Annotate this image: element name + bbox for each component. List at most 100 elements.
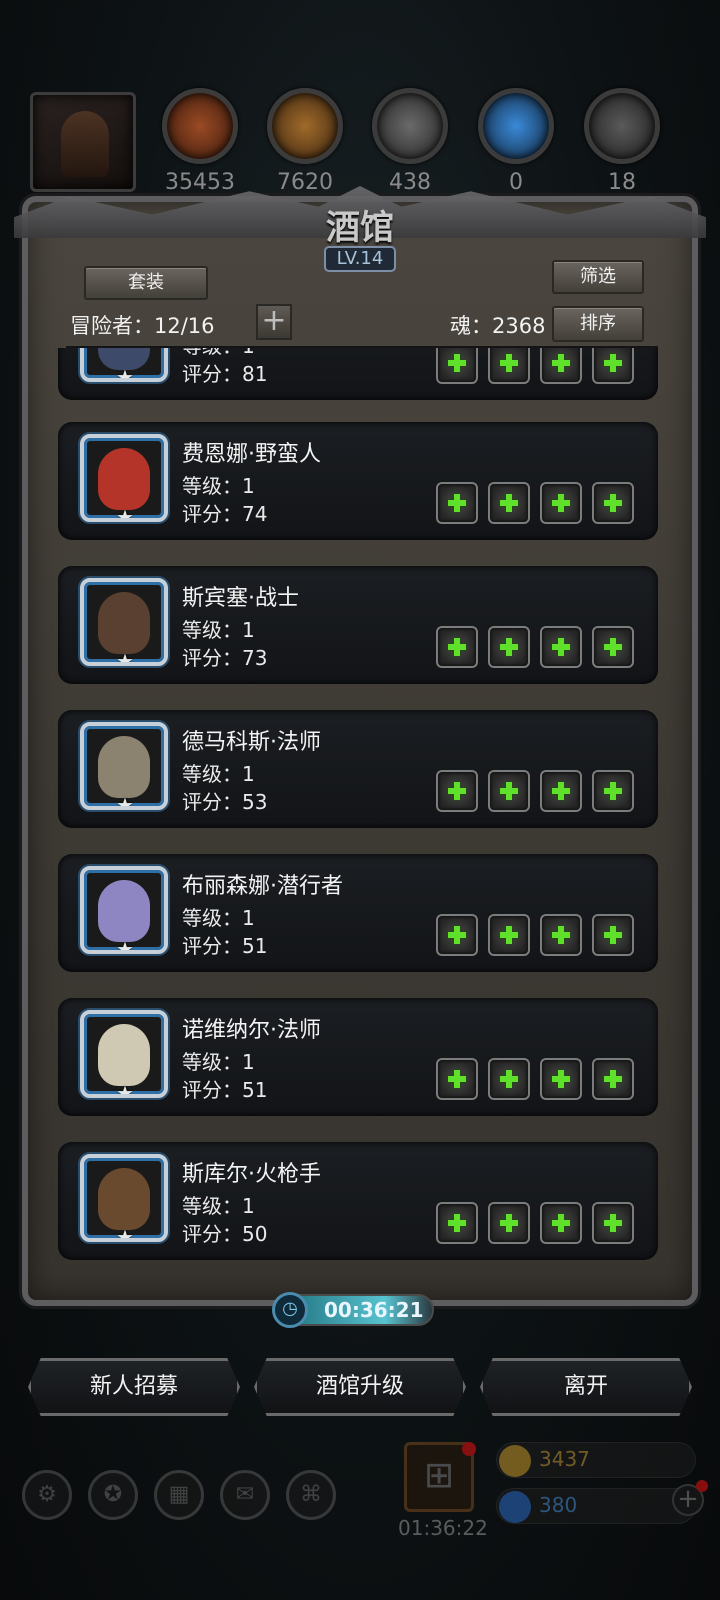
accessory-slot-add-icon[interactable] xyxy=(540,626,582,668)
adventurer-portrait: ★ xyxy=(80,1010,168,1098)
adventurer-level: 等级：1 xyxy=(182,1194,255,1218)
stone-icon xyxy=(372,88,448,164)
mail-icon[interactable]: ✉ xyxy=(220,1470,270,1520)
armor-slot-add-icon[interactable] xyxy=(488,482,530,524)
armor-slot-add-icon[interactable] xyxy=(488,1202,530,1244)
player-portrait[interactable] xyxy=(30,92,136,192)
armor-slot-add-icon[interactable] xyxy=(488,914,530,956)
set-button[interactable]: 套装 xyxy=(84,266,208,300)
leave-button[interactable]: 离开 xyxy=(480,1358,692,1416)
adventurer-portrait: ★ xyxy=(80,434,168,522)
resource-stone[interactable]: 438 xyxy=(370,88,450,198)
currency-notification-dot xyxy=(696,1480,708,1492)
gem-counter: 380 xyxy=(496,1488,696,1524)
trinket-slot-add-icon[interactable] xyxy=(592,626,634,668)
adventurer-score: 评分：74 xyxy=(182,502,268,526)
armor-slot-add-icon[interactable] xyxy=(488,1058,530,1100)
sort-button[interactable]: 排序 xyxy=(552,306,644,342)
resource-crystal[interactable]: 0 xyxy=(476,88,556,198)
gold-value: 3437 xyxy=(539,1447,590,1471)
hooded-figure-icon xyxy=(61,111,109,177)
resource-meat[interactable]: 35453 xyxy=(160,88,240,198)
adventurer-portrait: ★ xyxy=(80,1154,168,1242)
weapon-slot-add-icon[interactable] xyxy=(436,1202,478,1244)
accessory-slot-add-icon[interactable] xyxy=(540,1058,582,1100)
gem-value: 380 xyxy=(539,1493,578,1517)
resource-stone-value: 438 xyxy=(389,170,431,195)
soul-count: 魂：2368 xyxy=(450,314,546,338)
adventurer-card[interactable]: ★ 诺维纳尔·法师 等级：1 评分：51 xyxy=(58,998,658,1116)
accessory-slot-add-icon[interactable] xyxy=(540,348,582,384)
weapon-slot-add-icon[interactable] xyxy=(436,1058,478,1100)
weapon-slot-add-icon[interactable] xyxy=(436,770,478,812)
recruit-button[interactable]: 新人招募 xyxy=(28,1358,240,1416)
wood-icon xyxy=(267,88,343,164)
gem-icon xyxy=(499,1491,531,1523)
filter-button[interactable]: 筛选 xyxy=(552,260,644,294)
accessory-slot-add-icon[interactable] xyxy=(540,914,582,956)
trinket-slot-add-icon[interactable] xyxy=(592,1202,634,1244)
settings-icon[interactable]: ⚙ xyxy=(22,1470,72,1520)
adventurer-name: 斯宾塞·战士 xyxy=(182,586,299,611)
accessory-slot-add-icon[interactable] xyxy=(540,770,582,812)
trinket-slot-add-icon[interactable] xyxy=(592,770,634,812)
resource-bar: 35453 7620 438 0 18 xyxy=(0,88,720,198)
accessory-slot-add-icon[interactable] xyxy=(540,482,582,524)
adventurer-portrait: ★ xyxy=(80,578,168,666)
star-icon: ★ xyxy=(116,937,134,954)
adventurer-score: 评分：51 xyxy=(182,1078,268,1102)
map-icon[interactable]: ⌘ xyxy=(286,1470,336,1520)
weapon-slot-add-icon[interactable] xyxy=(436,482,478,524)
adventurer-card[interactable]: ★ 斯宾塞·战士 等级：1 评分：73 xyxy=(58,566,658,684)
gold-counter: 3437 xyxy=(496,1442,696,1478)
resource-crystal-value: 0 xyxy=(509,170,523,195)
adventurer-score: 评分：50 xyxy=(182,1222,268,1246)
adventurer-card[interactable]: ★ 布丽森娜·潜行者 等级：1 评分：51 xyxy=(58,854,658,972)
star-icon: ★ xyxy=(116,649,134,666)
gold-coin-icon xyxy=(499,1445,531,1477)
resource-iron-value: 18 xyxy=(608,170,636,195)
adventurer-level: 等级：1 xyxy=(182,762,255,786)
inventory-icon[interactable]: ▦ xyxy=(154,1470,204,1520)
add-adventurer-slot-button[interactable]: + xyxy=(256,304,292,340)
adventurer-card[interactable]: ★ 等级：1 评分：81 xyxy=(58,348,658,400)
trinket-slot-add-icon[interactable] xyxy=(592,914,634,956)
adventurer-portrait: ★ xyxy=(80,348,168,382)
adventurer-portrait: ★ xyxy=(80,866,168,954)
resource-wood-value: 7620 xyxy=(277,170,333,195)
adventurer-name: 斯库尔·火枪手 xyxy=(182,1162,321,1187)
gift-notification-dot xyxy=(462,1442,476,1456)
armor-slot-add-icon[interactable] xyxy=(488,348,530,384)
adventurer-score: 评分：51 xyxy=(182,934,268,958)
panel-title: 酒馆 xyxy=(326,208,394,248)
adventurer-name: 费恩娜·野蛮人 xyxy=(182,442,321,467)
trinket-slot-add-icon[interactable] xyxy=(592,482,634,524)
resource-iron[interactable]: 18 xyxy=(582,88,662,198)
tavern-level-badge: LV.14 xyxy=(324,246,396,272)
armor-slot-add-icon[interactable] xyxy=(488,626,530,668)
hero-icon[interactable]: ✪ xyxy=(88,1470,138,1520)
adventurer-card[interactable]: ★ 德马科斯·法师 等级：1 评分：53 xyxy=(58,710,658,828)
iron-icon xyxy=(584,88,660,164)
upgrade-tavern-button[interactable]: 酒馆升级 xyxy=(254,1358,466,1416)
portrait-face-icon xyxy=(98,592,150,654)
star-icon: ★ xyxy=(116,1081,134,1098)
weapon-slot-add-icon[interactable] xyxy=(436,626,478,668)
refresh-timer: ◷ 00:36:21 xyxy=(272,1292,434,1328)
armor-slot-add-icon[interactable] xyxy=(488,770,530,812)
accessory-slot-add-icon[interactable] xyxy=(540,1202,582,1244)
portrait-face-icon xyxy=(98,1168,150,1230)
adventurer-level: 等级：1 xyxy=(182,474,255,498)
resource-wood[interactable]: 7620 xyxy=(265,88,345,198)
adventurer-card[interactable]: ★ 费恩娜·野蛮人 等级：1 评分：74 xyxy=(58,422,658,540)
trinket-slot-add-icon[interactable] xyxy=(592,1058,634,1100)
weapon-slot-add-icon[interactable] xyxy=(436,348,478,384)
adventurer-list[interactable]: ★ 等级：1 评分：81 ★ 费恩娜·野蛮人 等级：1 评分：74 ★ 斯宾塞·… xyxy=(56,348,664,1268)
portrait-face-icon xyxy=(98,736,150,798)
adventurer-name: 诺维纳尔·法师 xyxy=(182,1018,321,1043)
refresh-timer-value: 00:36:21 xyxy=(324,1298,424,1322)
star-icon: ★ xyxy=(116,793,134,810)
trinket-slot-add-icon[interactable] xyxy=(592,348,634,384)
weapon-slot-add-icon[interactable] xyxy=(436,914,478,956)
adventurer-card[interactable]: ★ 斯库尔·火枪手 等级：1 评分：50 xyxy=(58,1142,658,1260)
